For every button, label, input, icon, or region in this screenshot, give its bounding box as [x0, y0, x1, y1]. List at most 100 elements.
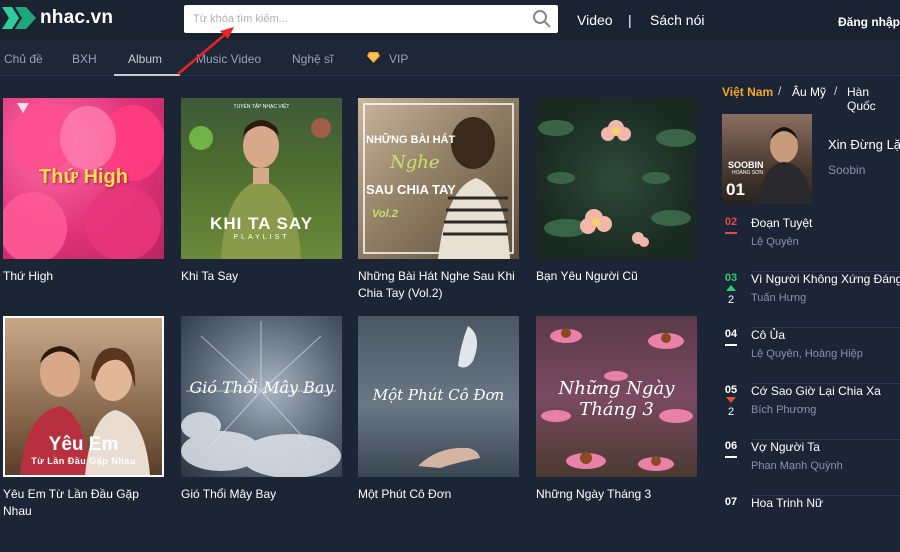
annotation-arrow — [177, 27, 234, 75]
cover-title-text: Yêu Em — [48, 434, 119, 455]
chart-row[interactable]: 03 2 Vì Người Không Xứng Đáng Tuấn Hưng — [711, 272, 900, 328]
chart-song-artist[interactable]: Lệ Quyên — [751, 236, 799, 248]
cover-title-text: Thứ High — [39, 166, 128, 188]
cover-artist-name2: HOÀNG SƠN — [732, 170, 763, 176]
search-box[interactable] — [184, 5, 558, 33]
album-cover[interactable]: Yêu Em Từ Lần Đầu Gặp Nhau — [3, 316, 164, 477]
trend-neutral-dash — [725, 456, 737, 458]
chart-row[interactable]: 02 Đoạn Tuyệt Lệ Quyên — [711, 216, 900, 272]
nhacvn-logo-icon — [2, 7, 36, 29]
album-grid: Thứ High Thứ High TUYỂN TẬP NHẠC VIỆT KH… — [0, 76, 710, 518]
cover-top-text: TUYỂN TẬP NHẠC VIỆT — [233, 104, 290, 110]
trend-neutral-dash — [725, 344, 737, 346]
logo-text: nhac.vn — [40, 7, 114, 28]
chart-song-artist[interactable]: Bích Phương — [751, 404, 816, 416]
tab-vip[interactable]: VIP — [389, 52, 408, 66]
trend-neutral-dash — [725, 232, 737, 234]
audiobook-link[interactable]: Sách nói — [650, 12, 704, 28]
album-card[interactable]: Yêu Em Từ Lần Đầu Gặp Nhau Yêu Em Từ Lần… — [3, 316, 164, 520]
cover-title-text: NHỮNG BÀI HÁT — [366, 134, 456, 146]
album-cover[interactable] — [536, 98, 697, 259]
region-tab-korea[interactable]: Hàn Quốc — [847, 85, 900, 113]
rank-number: 02 — [724, 216, 738, 228]
region-tab-vietnam[interactable]: Việt Nam — [722, 85, 773, 99]
tab-topics[interactable]: Chủ đề — [4, 52, 43, 66]
cover-artist-name: SOOBIN — [728, 160, 764, 170]
album-cover[interactable]: TUYỂN TẬP NHẠC VIỆT KHI TA SAY PLAYLIST — [181, 98, 342, 259]
rank-number: 05 — [724, 384, 738, 396]
chart-song-title[interactable]: Đoạn Tuyệt — [751, 216, 812, 230]
vip-diamond-icon — [367, 52, 380, 63]
rank-number: 06 — [724, 440, 738, 452]
chart-song-title[interactable]: Vợ Người Ta — [751, 440, 820, 454]
top-song-cover[interactable]: SOOBIN HOÀNG SƠN 01 — [722, 114, 812, 204]
album-title[interactable]: Khi Ta Say — [181, 268, 342, 285]
cover-title-text: Một Phút Cô Đơn — [372, 386, 505, 404]
chart-row[interactable]: 07 Hoa Trinh Nữ — [711, 496, 900, 552]
chart-row[interactable]: 05 2 Cớ Sao Giờ Lại Chia Xa Bích Phương — [711, 384, 900, 440]
album-cover[interactable]: NHỮNG BÀI HÁT Nghe SAU CHIA TAY Vol.2 — [358, 98, 519, 259]
rank-number: 04 — [724, 328, 738, 340]
top-song-title[interactable]: Xin Đừng Lặng Im — [828, 137, 900, 152]
album-title[interactable]: Thứ High — [3, 268, 164, 285]
top-header: nhac.vn Video | Sách nói Đăng nhập — [0, 0, 900, 40]
trend-down-icon — [726, 397, 736, 403]
rank-number: 03 — [724, 272, 738, 284]
cover-sub-text: Từ Lần Đầu Gặp Nhau — [31, 456, 136, 466]
tab-charts[interactable]: BXH — [72, 52, 97, 66]
region-separator: / — [778, 84, 782, 98]
album-title[interactable]: Gió Thổi Mây Bay — [181, 486, 342, 503]
search-icon[interactable] — [532, 9, 552, 29]
chart-song-title[interactable]: Cô Ủa — [751, 328, 785, 342]
chart-song-title[interactable]: Vì Người Không Xứng Đáng — [751, 272, 900, 286]
album-cover[interactable]: Một Phút Cô Đơn — [358, 316, 519, 477]
top-rank-number: 01 — [726, 180, 745, 199]
region-tab-usuk[interactable]: Âu Mỹ — [792, 85, 826, 99]
album-title[interactable]: Yêu Em Từ Lần Đầu Gặp Nhau — [3, 486, 164, 520]
cover-sub-text: Nghe — [390, 152, 440, 173]
album-card[interactable]: Bạn Yêu Người Cũ — [536, 98, 697, 285]
video-link[interactable]: Video — [577, 12, 613, 28]
cover-title-text: KHI TA SAY — [210, 214, 313, 233]
album-title[interactable]: Những Ngày Tháng 3 — [536, 486, 697, 503]
category-nav: Chủ đề BXH Album Music Video Nghệ sĩ VIP — [0, 40, 900, 76]
chart-song-artist[interactable]: Tuấn Hưng — [751, 292, 806, 304]
portrait-art — [363, 103, 514, 259]
album-card[interactable]: Những Ngày Tháng 3 Những Ngày Tháng 3 — [536, 316, 697, 503]
cover-title-text: Những Ngày Tháng 3 — [558, 378, 675, 420]
album-cover[interactable]: Những Ngày Tháng 3 — [536, 316, 697, 477]
tab-album[interactable]: Album — [128, 52, 162, 66]
chart-song-artist[interactable]: Lệ Quyên, Hoàng Hiệp — [751, 348, 863, 360]
album-card[interactable]: Gió Thổi Mây Bay Gió Thổi Mây Bay — [181, 316, 342, 503]
album-title[interactable]: Một Phút Cô Đơn — [358, 486, 519, 503]
album-title[interactable]: Bạn Yêu Người Cũ — [536, 268, 697, 285]
album-card[interactable]: TUYỂN TẬP NHẠC VIỆT KHI TA SAY PLAYLIST … — [181, 98, 342, 285]
cover-sub2-text: SAU CHIA TAY — [366, 182, 456, 197]
rank-change: 2 — [727, 406, 735, 418]
site-logo[interactable]: nhac.vn — [2, 5, 113, 31]
login-link[interactable]: Đăng nhập — [838, 15, 900, 29]
chart-row[interactable]: 04 Cô Ủa Lệ Quyên, Hoàng Hiệp — [711, 328, 900, 384]
cover-vol-text: Vol.2 — [372, 208, 398, 220]
flowers-art — [538, 120, 696, 247]
album-title[interactable]: Những Bài Hát Nghe Sau Khi Chia Tay (Vol… — [358, 268, 519, 302]
cover-title-text: Gió Thổi Mây Bay — [189, 378, 334, 397]
chart-song-artist[interactable]: Phan Mạnh Quỳnh — [751, 460, 843, 472]
album-card[interactable]: NHỮNG BÀI HÁT Nghe SAU CHIA TAY Vol.2 Nh… — [358, 98, 519, 302]
top-song-artist[interactable]: Soobin — [828, 163, 865, 177]
tab-artists[interactable]: Nghệ sĩ — [292, 52, 333, 66]
chart-sidebar: Việt Nam / Âu Mỹ / Hàn Quốc SOOBIN HOÀNG… — [711, 76, 900, 510]
album-card[interactable]: Thứ High Thứ High — [3, 98, 164, 285]
chart-row[interactable]: 06 Vợ Người Ta Phan Mạnh Quỳnh — [711, 440, 900, 496]
rank-number: 07 — [724, 496, 738, 508]
chart-song-title[interactable]: Cớ Sao Giờ Lại Chia Xa — [751, 384, 881, 398]
album-cover[interactable]: Gió Thổi Mây Bay — [181, 316, 342, 477]
link-separator: | — [628, 12, 632, 28]
rank-change: 2 — [727, 294, 735, 306]
chart-song-title[interactable]: Hoa Trinh Nữ — [751, 496, 823, 510]
region-separator: / — [834, 84, 838, 98]
album-card[interactable]: Một Phút Cô Đơn Một Phút Cô Đơn — [358, 316, 519, 503]
cover-sub-text: PLAYLIST — [233, 234, 290, 241]
trend-up-icon — [726, 285, 736, 291]
album-cover[interactable]: Thứ High — [3, 98, 164, 259]
